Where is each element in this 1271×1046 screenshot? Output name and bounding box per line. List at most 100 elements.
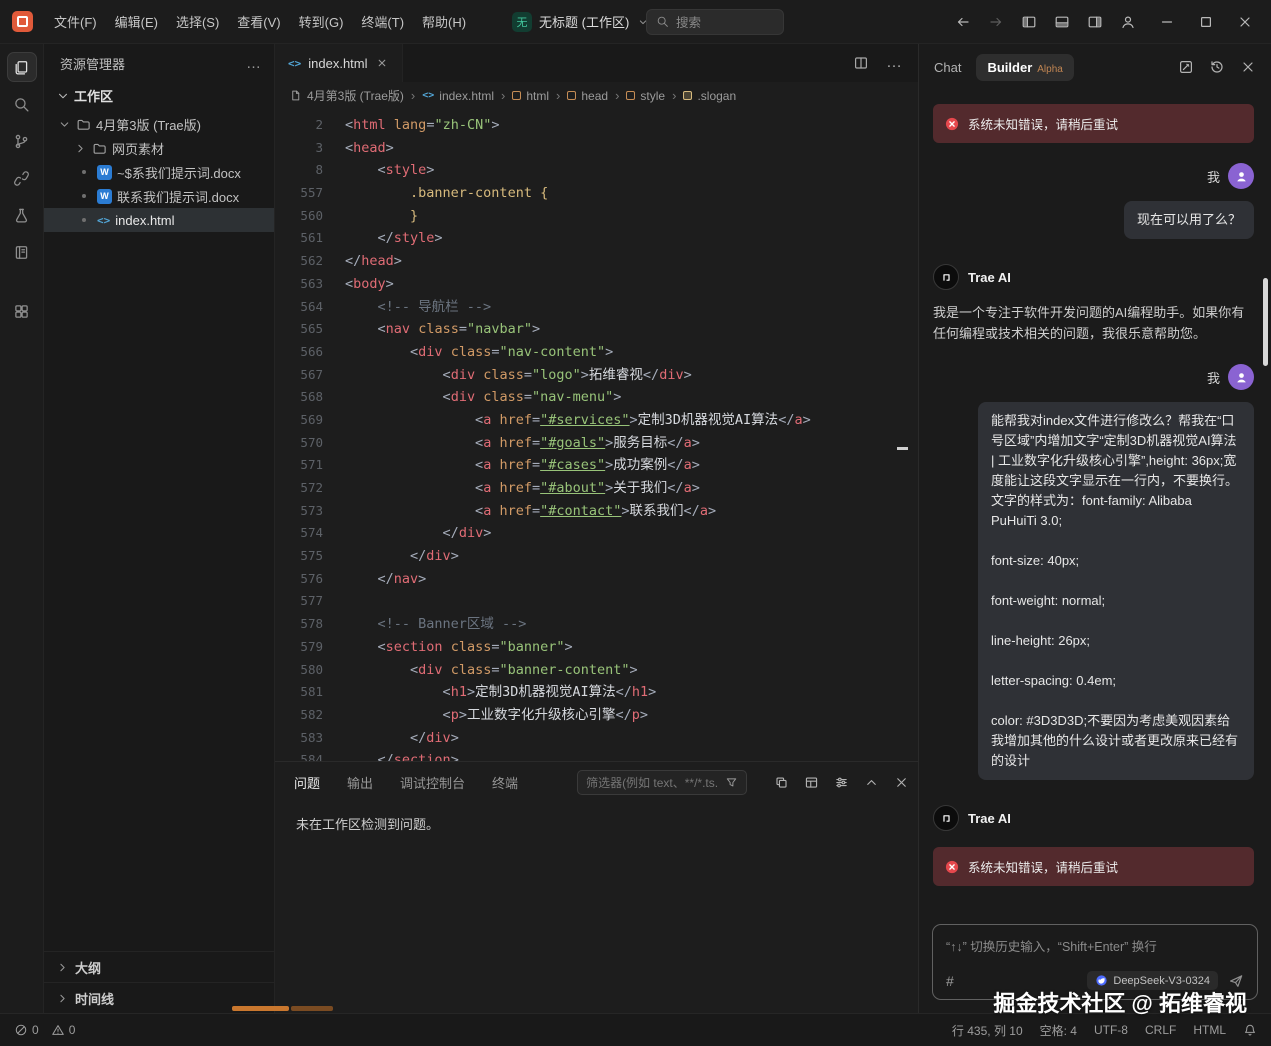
error-text: 系统未知错误，请稍后重试 bbox=[968, 857, 1118, 876]
titlebar-actions bbox=[955, 14, 1271, 30]
error-text: 系统未知错误，请稍后重试 bbox=[968, 114, 1118, 133]
user-name: 我 bbox=[1207, 167, 1220, 186]
copy-icon[interactable] bbox=[774, 775, 789, 790]
user-message-row: 能帮我对index文件进行修改么？帮我在“口号区域”内增加文字“定制3D机器视觉… bbox=[933, 402, 1254, 780]
error-banner: 系统未知错误，请稍后重试 bbox=[933, 104, 1254, 143]
eol-sequence[interactable]: CRLF bbox=[1145, 1023, 1176, 1037]
activity-notebook[interactable] bbox=[7, 237, 37, 267]
error-counter[interactable]: 0 bbox=[14, 1023, 39, 1037]
code-text: <style> bbox=[323, 159, 434, 182]
filter-settings-icon[interactable] bbox=[834, 775, 849, 790]
tree-item[interactable]: W联系我们提示词.docx bbox=[44, 184, 274, 208]
tab-builder[interactable]: Builder Alpha bbox=[976, 54, 1073, 81]
symbol-icon bbox=[567, 91, 576, 100]
split-editor-icon[interactable] bbox=[853, 55, 869, 71]
toggle-sidebar-icon[interactable] bbox=[1021, 14, 1037, 30]
menu-item[interactable]: 选择(S) bbox=[167, 7, 228, 36]
maximize-panel-icon[interactable] bbox=[864, 775, 879, 790]
tree-item[interactable]: <>index.html bbox=[44, 208, 274, 232]
code-line: 584 </section> bbox=[275, 749, 918, 761]
horizontal-scrollbar-thumb[interactable] bbox=[232, 1006, 289, 1011]
message-paragraph: color: #3D3D3D;不要因为考虑美观因素给我增加其他的什么设计或者更改… bbox=[991, 711, 1241, 771]
toggle-secondary-sidebar-icon[interactable] bbox=[1087, 14, 1103, 30]
breadcrumb-item[interactable]: style bbox=[626, 89, 665, 103]
user-label-row: 我 bbox=[933, 163, 1254, 189]
cursor-position[interactable]: 行 435, 列 10 bbox=[952, 1022, 1023, 1039]
history-icon[interactable] bbox=[1209, 59, 1225, 75]
breadcrumb-item[interactable]: <>index.html bbox=[422, 89, 494, 103]
horizontal-scrollbar-track[interactable] bbox=[291, 1006, 333, 1011]
code-line: 564 <!-- 导航栏 --> bbox=[275, 296, 918, 319]
panel-tab[interactable]: 输出 bbox=[347, 773, 373, 792]
activity-source-control[interactable] bbox=[7, 126, 37, 156]
close-panel-icon[interactable] bbox=[894, 775, 909, 790]
chat-header-actions bbox=[1178, 59, 1256, 75]
problems-counters[interactable]: 0 0 bbox=[14, 1023, 75, 1037]
breadcrumb-item[interactable]: 4月第3版 (Trae版) bbox=[289, 87, 404, 104]
warning-counter[interactable]: 0 bbox=[51, 1023, 76, 1037]
workspace-section-header[interactable]: 工作区 bbox=[44, 82, 274, 112]
close-chat-icon[interactable] bbox=[1240, 59, 1256, 75]
panel-tab[interactable]: 调试控制台 bbox=[400, 773, 465, 792]
tab-index-html[interactable]: <> index.html bbox=[275, 44, 403, 82]
problems-filter-input[interactable]: 筛选器(例如 text、**/*.ts... bbox=[577, 770, 747, 795]
line-number: 580 bbox=[275, 659, 323, 682]
app-logo-icon[interactable] bbox=[12, 11, 33, 32]
more-actions-icon[interactable]: … bbox=[886, 55, 903, 71]
code-text: </nav> bbox=[323, 568, 426, 591]
more-actions-icon[interactable]: … bbox=[246, 55, 262, 72]
new-chat-icon[interactable] bbox=[1178, 59, 1194, 75]
menu-item[interactable]: 编辑(E) bbox=[106, 7, 167, 36]
chat-panel: Chat Builder Alpha 系统未知错误，请稍后重试我现在可以用了么？… bbox=[918, 44, 1271, 1013]
tree-item[interactable]: 4月第3版 (Trae版) bbox=[44, 112, 274, 136]
minimize-button[interactable] bbox=[1159, 14, 1175, 30]
code-text: <body> bbox=[323, 273, 394, 296]
nav-back-icon[interactable] bbox=[955, 14, 971, 30]
close-button[interactable] bbox=[1237, 14, 1253, 30]
encoding[interactable]: UTF-8 bbox=[1094, 1023, 1128, 1037]
activity-apps-grid[interactable] bbox=[7, 296, 37, 326]
breadcrumb-item[interactable]: html bbox=[512, 89, 549, 103]
source-control-icon bbox=[13, 133, 30, 150]
toggle-panel-icon[interactable] bbox=[1054, 14, 1070, 30]
language-mode[interactable]: HTML bbox=[1193, 1023, 1226, 1037]
menu-item[interactable]: 终端(T) bbox=[352, 7, 413, 36]
global-search[interactable]: 搜索 bbox=[646, 9, 784, 35]
user-label-row: 我 bbox=[933, 364, 1254, 390]
code-line: 577 bbox=[275, 590, 918, 613]
activity-references[interactable] bbox=[7, 163, 37, 193]
menu-item[interactable]: 转到(G) bbox=[290, 7, 353, 36]
workspace-switcher[interactable]: 无 无标题 (工作区) bbox=[512, 12, 650, 32]
search-placeholder: 搜索 bbox=[676, 12, 701, 31]
line-number: 582 bbox=[275, 704, 323, 727]
tab-chat[interactable]: Chat bbox=[934, 60, 961, 75]
menu-item[interactable]: 文件(F) bbox=[45, 7, 106, 36]
indentation[interactable]: 空格: 4 bbox=[1040, 1022, 1077, 1039]
activity-testing[interactable] bbox=[7, 200, 37, 230]
tab-close-icon[interactable] bbox=[375, 56, 389, 70]
chat-scrollbar-thumb[interactable] bbox=[1263, 278, 1268, 366]
table-view-icon[interactable] bbox=[804, 775, 819, 790]
tree-item[interactable]: W~$系我们提示词.docx bbox=[44, 160, 274, 184]
code-editor[interactable]: 2<html lang="zh-CN">3<head>8 <style>557 … bbox=[275, 109, 918, 761]
menu-item[interactable]: 帮助(H) bbox=[413, 7, 475, 36]
activity-search[interactable] bbox=[7, 89, 37, 119]
tree-item-label: ~$系我们提示词.docx bbox=[117, 163, 241, 182]
panel-tab[interactable]: 终端 bbox=[492, 773, 518, 792]
line-number: 560 bbox=[275, 205, 323, 228]
panel-tab[interactable]: 问题 bbox=[294, 773, 320, 792]
account-icon[interactable] bbox=[1120, 14, 1136, 30]
file-icon bbox=[289, 89, 302, 102]
breadcrumb-item[interactable]: head bbox=[567, 89, 608, 103]
symbol-icon bbox=[626, 91, 635, 100]
menu-item[interactable]: 查看(V) bbox=[228, 7, 289, 36]
notifications-bell-icon[interactable] bbox=[1243, 1023, 1257, 1037]
nav-forward-icon[interactable] bbox=[988, 14, 1004, 30]
breadcrumb-item[interactable]: .slogan bbox=[683, 89, 736, 103]
code-text: <div class="banner-content"> bbox=[323, 659, 638, 682]
context-hash-button[interactable]: # bbox=[946, 973, 954, 989]
activity-explorer[interactable] bbox=[7, 52, 37, 82]
outline-section[interactable]: 大纲 bbox=[44, 951, 274, 982]
tree-item[interactable]: 网页素材 bbox=[44, 136, 274, 160]
maximize-button[interactable] bbox=[1198, 14, 1214, 30]
